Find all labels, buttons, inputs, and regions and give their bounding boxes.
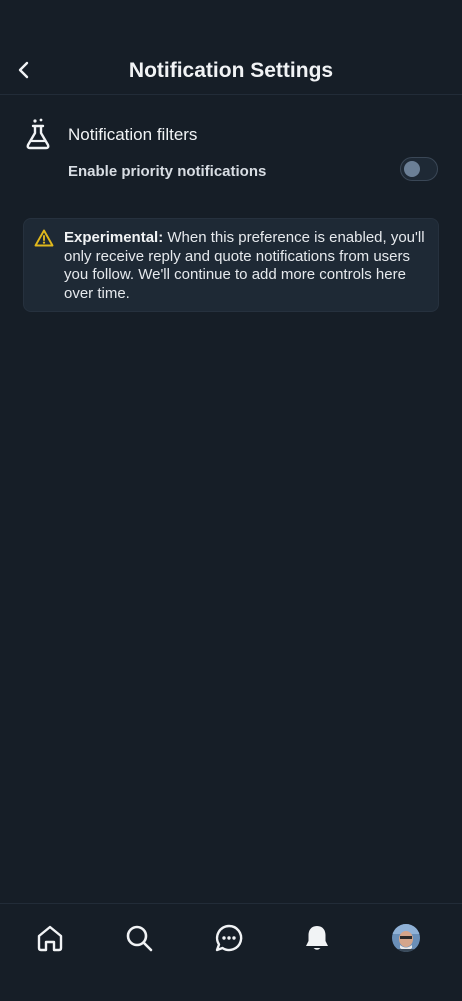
home-icon — [37, 925, 63, 952]
experimental-notice: Experimental: When this preference is en… — [23, 218, 439, 312]
section-title: Notification filters — [68, 125, 198, 144]
nav-chat[interactable] — [209, 918, 249, 958]
flask-icon — [26, 118, 50, 150]
bottom-nav — [0, 903, 462, 1001]
notice-text: Experimental: When this preference is en… — [64, 229, 428, 303]
avatar — [392, 924, 420, 952]
nav-search[interactable] — [119, 918, 159, 958]
bell-icon — [306, 926, 328, 950]
toggle-knob — [404, 161, 420, 177]
chat-icon — [215, 924, 243, 952]
chevron-left-icon — [18, 61, 29, 79]
back-button[interactable] — [10, 56, 38, 84]
nav-profile[interactable] — [386, 918, 426, 958]
notification-settings-screen: Notification Settings Notification filte… — [0, 0, 462, 1001]
nav-notifications[interactable] — [297, 918, 337, 958]
warning-icon — [34, 229, 54, 247]
notice-label: Experimental: — [64, 229, 164, 246]
priority-notifications-toggle[interactable] — [400, 157, 438, 181]
header: Notification Settings — [0, 48, 462, 95]
nav-home[interactable] — [30, 918, 70, 958]
search-icon — [126, 925, 153, 952]
priority-notifications-label: Enable priority notifications — [68, 163, 267, 180]
page-title: Notification Settings — [128, 59, 334, 82]
